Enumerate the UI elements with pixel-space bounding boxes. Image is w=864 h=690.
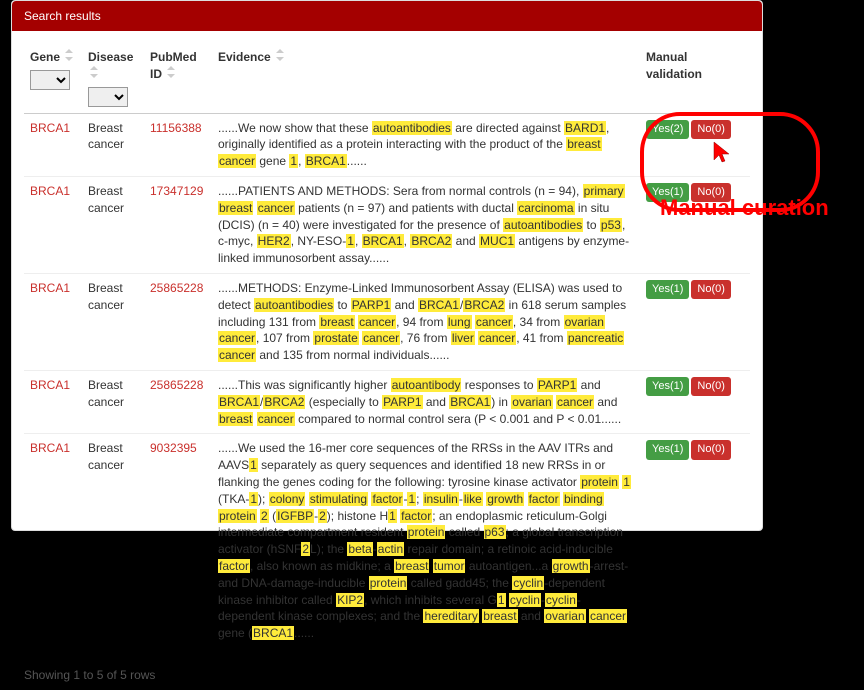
disease-cell: Breast cancer [82,434,144,648]
table-row: BRCA1 Breast cancer 17347129 ......PATIENTS… [24,176,750,273]
col-label: Gene [30,50,60,64]
gene-link[interactable]: BRCA1 [30,441,70,455]
no-button[interactable]: No(0) [691,280,731,299]
gene-filter[interactable] [30,70,70,90]
col-header-gene[interactable]: Gene [24,43,82,113]
pubmed-link[interactable]: 11156388 [150,121,202,135]
evidence-cell: ......PATIENTS AND METHODS: Sera from no… [212,176,640,273]
disease-filter[interactable] [88,87,128,107]
col-header-disease[interactable]: Disease [82,43,144,113]
col-header-evidence[interactable]: Evidence [212,43,640,113]
col-label: Manual validation [646,50,702,81]
sort-icon [90,66,98,78]
table-row: BRCA1 Breast cancer 25865228 ......METHODS:… [24,273,750,370]
pubmed-link[interactable]: 25865228 [150,281,203,295]
validation-cell: Yes(1)No(0) [640,176,750,273]
disease-cell: Breast cancer [82,370,144,433]
gene-link[interactable]: BRCA1 [30,121,70,135]
pubmed-link[interactable]: 25865228 [150,378,203,392]
evidence-cell: ......We used the 16-mer core sequences … [212,434,640,648]
pubmed-link[interactable]: 9032395 [150,441,197,455]
yes-button[interactable]: Yes(1) [646,440,689,459]
evidence-cell: ......We now show that these autoantibod… [212,113,640,176]
no-button[interactable]: No(0) [691,377,731,396]
gene-link[interactable]: BRCA1 [30,184,70,198]
yes-button[interactable]: Yes(1) [646,183,689,202]
validation-cell: Yes(1)No(0) [640,370,750,433]
col-header-validation: Manual validation [640,43,750,113]
yes-button[interactable]: Yes(2) [646,120,689,139]
validation-cell: Yes(1)No(0) [640,273,750,370]
table-row: BRCA1 Breast cancer 25865228 ......This was… [24,370,750,433]
yes-button[interactable]: Yes(1) [646,377,689,396]
evidence-cell: ......METHODS: Enzyme-Linked Immunosorbe… [212,273,640,370]
col-label: Disease [88,50,133,64]
validation-cell: Yes(2)No(0) [640,113,750,176]
sort-icon [65,49,73,61]
col-label: Evidence [218,50,271,64]
yes-button[interactable]: Yes(1) [646,280,689,299]
col-header-pmid[interactable]: PubMed ID [144,43,212,113]
sort-icon [167,66,175,78]
no-button[interactable]: No(0) [691,183,731,202]
pubmed-link[interactable]: 17347129 [150,184,203,198]
gene-link[interactable]: BRCA1 [30,378,70,392]
panel-title: Search results [12,1,762,31]
results-table: Gene Disease PubMed ID [24,43,750,648]
table-row: BRCA1 Breast cancer 11156388 ......We now s… [24,113,750,176]
no-button[interactable]: No(0) [691,440,731,459]
table-row: BRCA1 Breast cancer 9032395 ......We used t… [24,434,750,648]
gene-link[interactable]: BRCA1 [30,281,70,295]
disease-cell: Breast cancer [82,176,144,273]
evidence-cell: ......This was significantly higher auto… [212,370,640,433]
disease-cell: Breast cancer [82,273,144,370]
search-results-panel: Search results Gene Disease [11,0,763,531]
disease-cell: Breast cancer [82,113,144,176]
sort-icon [276,49,284,61]
validation-cell: Yes(1)No(0) [640,434,750,648]
no-button[interactable]: No(0) [691,120,731,139]
table-footer-info: Showing 1 to 5 of 5 rows [12,660,762,690]
